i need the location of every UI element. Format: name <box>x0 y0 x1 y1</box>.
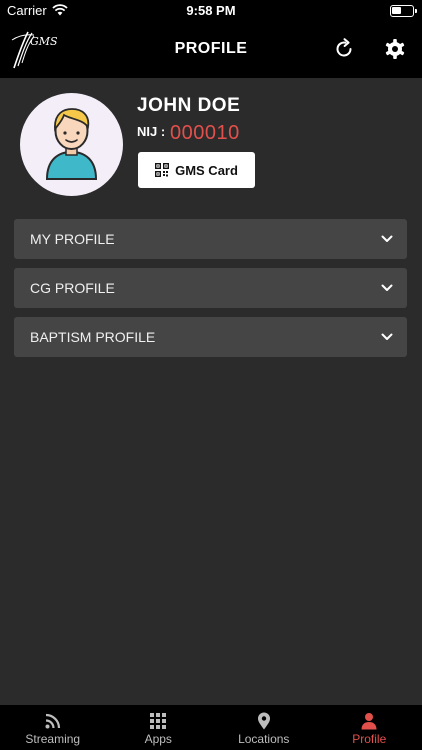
battery-icon <box>390 5 417 17</box>
tab-bar: Streaming Apps Locations Profile <box>0 705 422 750</box>
chevron-down-icon <box>381 333 393 340</box>
tab-label: Apps <box>144 732 172 746</box>
tab-label: Streaming <box>25 732 81 746</box>
map-pin-icon <box>257 712 270 730</box>
gms-card-button[interactable]: GMS Card <box>138 152 255 188</box>
qr-code-icon <box>155 163 170 177</box>
chevron-down-icon <box>381 284 393 291</box>
tab-streaming[interactable]: Streaming <box>0 705 106 750</box>
person-icon <box>361 713 377 730</box>
nij-label: NIJ : <box>137 124 166 139</box>
tab-profile[interactable]: Profile <box>317 705 422 750</box>
tab-locations[interactable]: Locations <box>211 705 317 750</box>
profile-content: JOHN DOE NIJ : 000010 GMS Card MY PROFIL… <box>0 78 422 705</box>
gear-icon[interactable] <box>383 37 407 61</box>
section-baptism-profile[interactable]: BAPTISM PROFILE <box>14 317 407 357</box>
section-label: MY PROFILE <box>30 231 115 247</box>
section-label: CG PROFILE <box>30 280 115 296</box>
tab-apps[interactable]: Apps <box>106 705 212 750</box>
rss-icon <box>45 713 60 729</box>
status-bar: Carrier 9:58 PM <box>0 0 422 22</box>
chevron-down-icon <box>381 235 393 242</box>
person-avatar-icon <box>45 108 98 180</box>
tab-label: Profile <box>352 732 387 746</box>
nij-value: 000010 <box>170 122 240 144</box>
user-name: JOHN DOE <box>137 95 241 116</box>
refresh-icon[interactable] <box>332 37 356 61</box>
header: GMS PROFILE <box>0 22 422 78</box>
section-label: BAPTISM PROFILE <box>30 329 156 345</box>
grid-icon <box>150 713 167 729</box>
section-cg-profile[interactable]: CG PROFILE <box>14 268 407 308</box>
avatar <box>20 93 123 196</box>
clock: 9:58 PM <box>186 3 236 18</box>
page-title: PROFILE <box>174 40 248 57</box>
section-my-profile[interactable]: MY PROFILE <box>14 219 407 259</box>
gms-card-label: GMS Card <box>175 162 238 178</box>
tab-label: Locations <box>238 732 290 746</box>
